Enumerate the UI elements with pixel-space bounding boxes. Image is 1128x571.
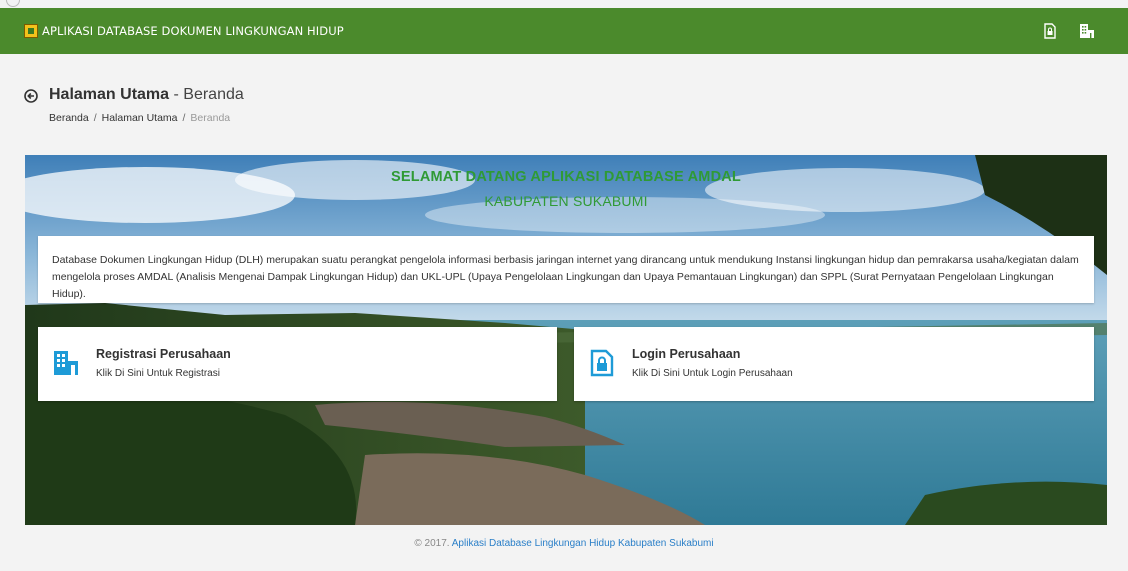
footer: © 2017. Aplikasi Database Lingkungan Hid… <box>0 538 1128 549</box>
breadcrumb-item-current: Beranda <box>190 112 231 124</box>
breadcrumb-separator: / <box>182 112 186 124</box>
logo-icon <box>24 24 38 38</box>
building-icon <box>54 351 78 375</box>
hero-title: SELAMAT DATANG APLIKASI DATABASE AMDAL <box>391 169 741 185</box>
login-company-card[interactable]: Login Perusahaan Klik Di Sini Untuk Logi… <box>574 327 1094 401</box>
building-icon[interactable] <box>1079 23 1095 39</box>
login-icon[interactable] <box>1042 23 1058 39</box>
page-title-rest: - Beranda <box>173 86 244 103</box>
footer-link[interactable]: Aplikasi Database Lingkungan Hidup Kabup… <box>452 538 714 549</box>
breadcrumb-item-halaman-utama[interactable]: Halaman Utama <box>102 112 178 124</box>
breadcrumb: Beranda / Halaman Utama / Beranda <box>49 112 230 124</box>
page-title: Halaman Utama - Beranda <box>49 86 244 104</box>
breadcrumb-item-beranda[interactable]: Beranda <box>49 112 89 124</box>
footer-copyright: © 2017. <box>414 538 450 549</box>
description-card: Database Dokumen Lingkungan Hidup (DLH) … <box>38 236 1094 303</box>
login-card-subtitle: Klik Di Sini Untuk Login Perusahaan <box>632 368 793 379</box>
register-card-subtitle: Klik Di Sini Untuk Registrasi <box>96 368 220 379</box>
breadcrumb-separator: / <box>93 112 97 124</box>
register-company-card[interactable]: Registrasi Perusahaan Klik Di Sini Untuk… <box>38 327 557 401</box>
hero-banner: SELAMAT DATANG APLIKASI DATABASE AMDAL K… <box>25 155 1107 525</box>
login-card-title: Login Perusahaan <box>632 347 741 361</box>
browser-top-strip <box>0 0 1128 8</box>
page-title-bold: Halaman Utama <box>49 86 170 103</box>
top-navbar: APLIKASI DATABASE DOKUMEN LINGKUNGAN HID… <box>0 8 1128 54</box>
document-lock-icon <box>590 349 614 377</box>
app-title[interactable]: APLIKASI DATABASE DOKUMEN LINGKUNGAN HID… <box>42 24 344 38</box>
register-card-title: Registrasi Perusahaan <box>96 347 231 361</box>
circle-icon <box>6 0 20 7</box>
back-circle-arrow-icon[interactable] <box>24 89 38 103</box>
hero-subtitle: KABUPATEN SUKABUMI <box>484 193 648 209</box>
